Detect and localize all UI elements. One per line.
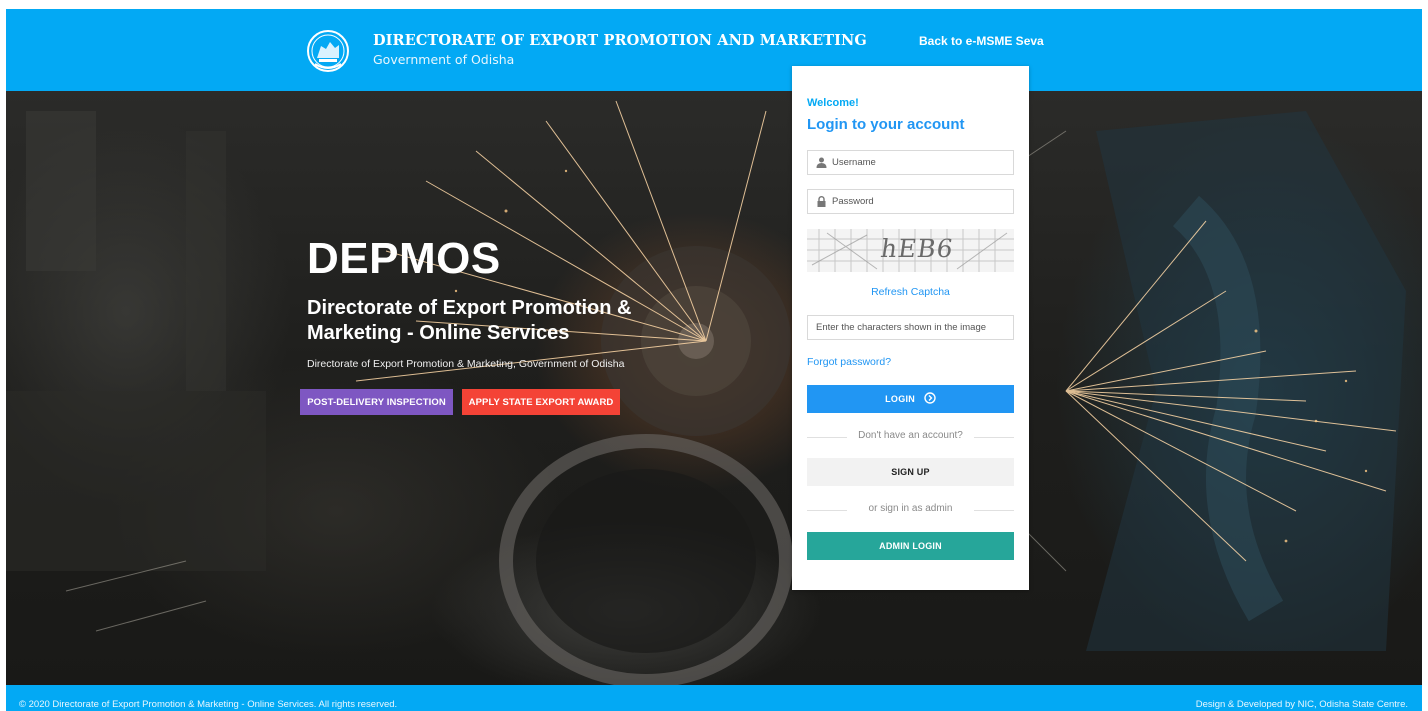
refresh-captcha-link[interactable]: Refresh Captcha	[792, 286, 1029, 298]
hero-tagline: Directorate of Export Promotion & Market…	[307, 297, 632, 344]
login-page: DIRECTORATE OF EXPORT PROMOTION AND MARK…	[0, 0, 1428, 711]
username-input[interactable]	[832, 152, 1010, 173]
login-button[interactable]: LOGIN	[807, 385, 1014, 413]
post-delivery-inspection-button[interactable]: POST-DELIVERY INSPECTION	[300, 389, 453, 415]
password-field[interactable]	[807, 189, 1014, 214]
signup-button[interactable]: SIGN UP	[807, 458, 1014, 486]
odisha-emblem-icon	[307, 30, 349, 72]
user-icon	[816, 157, 827, 168]
footer-copyright: © 2020 Directorate of Export Promotion &…	[19, 699, 398, 710]
lock-icon	[817, 196, 826, 207]
footer-credit: Design & Developed by NIC, Odisha State …	[1195, 699, 1408, 710]
header-bar: DIRECTORATE OF EXPORT PROMOTION AND MARK…	[6, 9, 1422, 91]
back-to-emsme-link[interactable]: Back to e-MSME Seva	[919, 34, 1044, 48]
forgot-password-link[interactable]: Forgot password?	[807, 356, 891, 368]
admin-divider: or sign in as admin	[807, 503, 1014, 517]
arrow-circle-right-icon	[924, 392, 936, 405]
org-title: DIRECTORATE OF EXPORT PROMOTION AND MARK…	[373, 32, 867, 49]
captcha-image: hEB6	[807, 229, 1014, 272]
admin-login-button[interactable]: ADMIN LOGIN	[807, 532, 1014, 560]
login-card: Welcome! Login to your account Username …	[792, 66, 1029, 590]
hero-section: DEPMOS Directorate of Export Promotion &…	[6, 91, 1422, 685]
captcha-input[interactable]	[816, 317, 1010, 338]
footer-bar: © 2020 Directorate of Export Promotion &…	[6, 685, 1422, 711]
username-field[interactable]	[807, 150, 1014, 175]
login-heading: Login to your account	[807, 116, 965, 133]
captcha-text: hEB6	[878, 234, 956, 263]
apply-state-export-award-button[interactable]: APPLY STATE EXPORT AWARD	[462, 389, 620, 415]
brand-title: DEPMOS	[307, 234, 501, 283]
password-input[interactable]	[832, 191, 1010, 212]
login-button-label: LOGIN	[885, 393, 916, 404]
hero-background-image	[6, 100, 1406, 685]
hero-subline: Directorate of Export Promotion & Market…	[307, 358, 625, 370]
org-subtitle: Government of Odisha	[373, 52, 515, 67]
welcome-text: Welcome!	[807, 97, 859, 109]
captcha-field[interactable]	[807, 315, 1014, 340]
no-account-divider: Don't have an account?	[807, 430, 1014, 444]
